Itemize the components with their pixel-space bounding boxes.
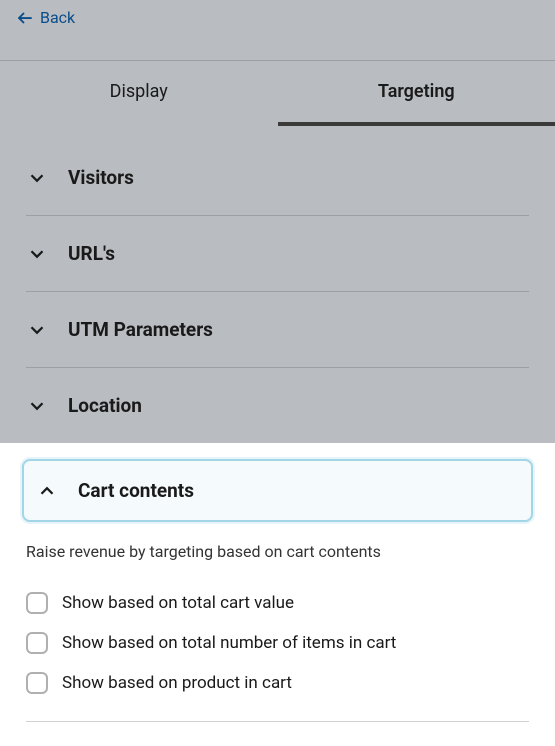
checkbox[interactable] (26, 672, 48, 694)
cart-description: Raise revenue by targeting based on cart… (26, 542, 529, 561)
accordion-title: Cart contents (78, 479, 194, 502)
arrow-left-icon (16, 9, 34, 27)
accordion-visitors[interactable]: Visitors (26, 126, 529, 216)
header-bar: Back (0, 0, 555, 60)
option-total-value[interactable]: Show based on total cart value (22, 583, 533, 623)
chevron-down-icon (26, 243, 48, 265)
checkbox[interactable] (26, 632, 48, 654)
chevron-down-icon (26, 167, 48, 189)
option-total-items[interactable]: Show based on total number of items in c… (22, 623, 533, 663)
checkbox-label: Show based on product in cart (62, 673, 292, 693)
accordion-utm[interactable]: UTM Parameters (26, 292, 529, 368)
accordion-cart-contents[interactable]: Cart contents (22, 459, 533, 522)
accordion-group-dimmed: Visitors URL's UTM Parameters Location (0, 126, 555, 443)
back-button[interactable]: Back (16, 8, 75, 27)
checkbox-label: Show based on total cart value (62, 593, 294, 613)
option-product[interactable]: Show based on product in cart (22, 663, 533, 703)
tab-display[interactable]: Display (0, 61, 278, 126)
checkbox-label: Show based on total number of items in c… (62, 633, 396, 653)
cart-contents-panel: Cart contents Raise revenue by targeting… (0, 443, 555, 722)
accordion-title: URL's (68, 242, 115, 265)
chevron-down-icon (26, 395, 48, 417)
tabs: Display Targeting (0, 60, 555, 126)
chevron-up-icon (36, 480, 58, 502)
accordion-title: UTM Parameters (68, 318, 213, 341)
chevron-down-icon (26, 319, 48, 341)
accordion-urls[interactable]: URL's (26, 216, 529, 292)
back-label: Back (40, 8, 75, 27)
tab-targeting[interactable]: Targeting (278, 61, 555, 126)
divider (26, 721, 529, 722)
accordion-title: Location (68, 394, 142, 417)
accordion-title: Visitors (68, 166, 134, 189)
accordion-location[interactable]: Location (26, 368, 529, 443)
checkbox[interactable] (26, 592, 48, 614)
